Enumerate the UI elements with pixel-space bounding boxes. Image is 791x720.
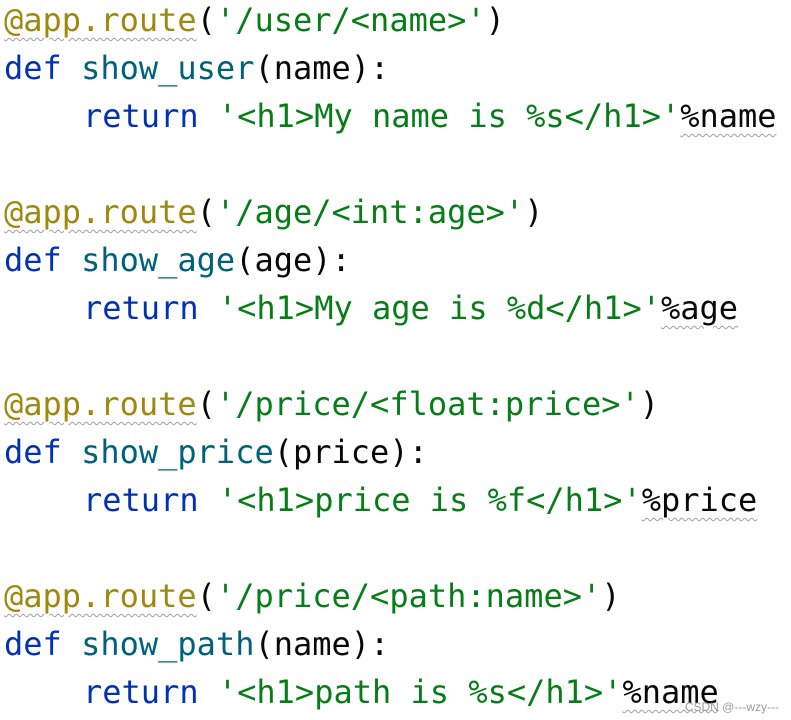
code-line-return: return '<h1>path is %s</h1>'%name <box>4 668 719 716</box>
function-name-token: show_user <box>81 49 255 87</box>
string-token: '<h1>My name is %s</h1>' <box>217 97 681 135</box>
string-token: '/price/<float:price>' <box>215 385 640 423</box>
keyword-token: def <box>4 49 62 87</box>
code-line-decorator: @app.route('/user/<name>') <box>4 0 505 44</box>
decorator-token: @app.route <box>4 193 197 231</box>
code-line-return: return '<h1>My name is %s</h1>'%name <box>4 92 777 140</box>
code-line-def: def show_path(name): <box>4 620 389 668</box>
keyword-token: return <box>83 97 199 135</box>
decorator-token: @app.route <box>4 1 197 39</box>
params-token: (name): <box>254 625 390 663</box>
string-token: '/user/<name>' <box>215 1 486 39</box>
code-editor[interactable]: @app.route('/user/<name>') def show_user… <box>0 0 791 720</box>
paren-token: ) <box>601 577 621 615</box>
function-name-token: show_price <box>81 433 274 471</box>
string-token: '/price/<path:name>' <box>215 577 602 615</box>
format-operator-token: %price <box>641 481 758 519</box>
keyword-token: return <box>83 289 199 327</box>
code-line-def: def show_user(name): <box>4 44 389 92</box>
code-line-decorator: @app.route('/age/<int:age>') <box>4 188 543 236</box>
params-token: (price): <box>273 433 428 471</box>
string-token: '<h1>My age is %d</h1>' <box>217 289 661 327</box>
paren-token: ) <box>524 193 544 231</box>
code-line-decorator: @app.route('/price/<float:price>') <box>4 380 659 428</box>
decorator-token: @app.route <box>4 385 197 423</box>
keyword-token: return <box>83 481 199 519</box>
paren-token: ( <box>196 193 216 231</box>
code-line-def: def show_price(price): <box>4 428 428 476</box>
format-operator-token: %name <box>680 97 777 135</box>
string-token: '/age/<int:age>' <box>215 193 525 231</box>
code-line-return: return '<h1>My age is %d</h1>'%age <box>4 284 738 332</box>
params-token: (age): <box>235 241 351 279</box>
keyword-token: def <box>4 241 62 279</box>
paren-token: ) <box>639 385 660 423</box>
keyword-token: return <box>83 673 199 711</box>
function-name-token: show_age <box>81 241 236 279</box>
format-operator-token: %age <box>660 289 739 327</box>
code-line-decorator: @app.route('/price/<path:name>') <box>4 572 621 620</box>
function-name-token: show_path <box>81 625 255 663</box>
paren-token: ) <box>485 1 505 39</box>
string-token: '<h1>price is %f</h1>' <box>217 481 642 519</box>
code-line-return: return '<h1>price is %f</h1>'%price <box>4 476 757 524</box>
decorator-token: @app.route <box>4 577 197 615</box>
paren-token: ( <box>196 1 216 39</box>
paren-token: ( <box>196 577 216 615</box>
keyword-token: def <box>4 625 62 663</box>
code-line-def: def show_age(age): <box>4 236 351 284</box>
watermark: CSDN @---wzy--- <box>684 700 779 714</box>
string-token: '<h1>path is %s</h1>' <box>217 673 623 711</box>
params-token: (name): <box>254 49 390 87</box>
paren-token: ( <box>196 385 216 423</box>
keyword-token: def <box>4 433 62 471</box>
